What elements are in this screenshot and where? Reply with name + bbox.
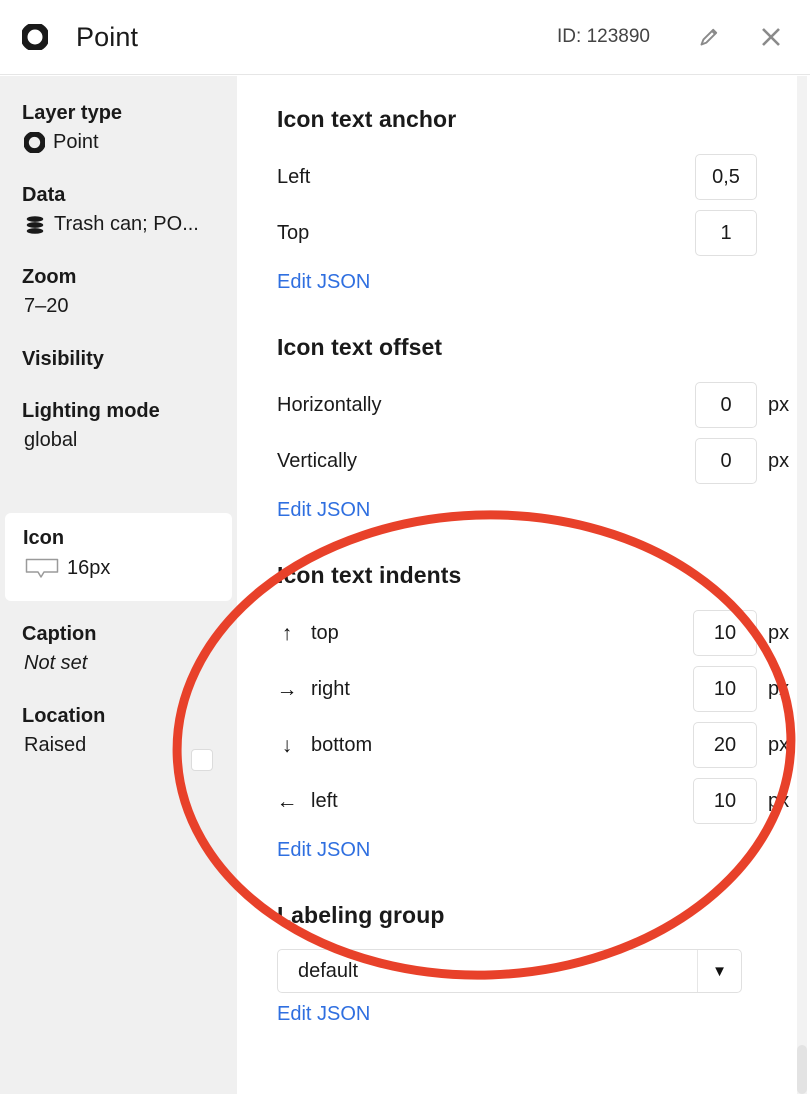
sidebar-value-row: global	[22, 427, 221, 454]
callout-bubble-icon	[25, 558, 59, 580]
sidebar-item-data[interactable]: Data Trash can; PO...	[0, 182, 237, 238]
indent-right-input[interactable]	[693, 666, 757, 712]
sidebar-value: Not set	[24, 652, 88, 674]
arrow-down-icon: ↓	[281, 733, 293, 757]
sidebar-value-row: Point	[22, 129, 221, 156]
scrollbar-track[interactable]	[797, 76, 807, 1094]
field-row-vertically: Vertically px	[277, 437, 794, 485]
scrollbar-thumb[interactable]	[797, 1045, 807, 1094]
indent-bottom-input[interactable]	[693, 722, 757, 768]
field-label-wrap: → right	[277, 678, 350, 701]
field-row-indent-right: → right px	[277, 665, 794, 713]
unit-label: px	[768, 733, 790, 756]
sidebar: Layer type Point Data Trash can; PO... Z…	[0, 76, 237, 1094]
sidebar-value: 16px	[67, 557, 111, 579]
unit-label: px	[768, 677, 790, 700]
sidebar-item-caption[interactable]: Caption Not set	[0, 621, 237, 677]
section-icon-text-anchor: Icon text anchor Left Top Edit JSON	[277, 106, 794, 334]
sidebar-item-lighting-mode[interactable]: Lighting mode global	[0, 398, 237, 454]
field-label: Left	[277, 165, 311, 188]
edit-json-link-anchor[interactable]: Edit JSON	[277, 271, 370, 294]
object-id-label: ID: 123890	[557, 26, 650, 47]
sidebar-value-row: 7–20	[22, 293, 221, 320]
sidebar-value-row: 16px	[23, 555, 216, 582]
edit-json-link-indents[interactable]: Edit JSON	[277, 839, 370, 862]
offset-horizontal-input[interactable]	[695, 382, 757, 428]
section-labeling-group: Labeling group default ▼ Edit JSON	[277, 902, 794, 1066]
sidebar-value: global	[24, 429, 78, 451]
section-icon-text-offset: Icon text offset Horizontally px Vertica…	[277, 334, 794, 562]
edit-json-link-labeling[interactable]: Edit JSON	[277, 1003, 370, 1026]
sidebar-item-visibility[interactable]: Visibility	[0, 346, 237, 372]
sidebar-item-zoom[interactable]: Zoom 7–20	[0, 264, 237, 320]
sidebar-label: Visibility	[22, 348, 104, 370]
section-title: Icon text offset	[277, 334, 443, 360]
sidebar-label: Location	[22, 705, 106, 727]
field-label-wrap: ↑ top	[277, 622, 339, 645]
sidebar-item-layer-type[interactable]: Layer type Point	[0, 100, 237, 156]
sidebar-value: 7–20	[24, 295, 69, 317]
properties-content: Icon text anchor Left Top Edit JSON Icon…	[238, 76, 794, 1094]
field-row-indent-left: ← left px	[277, 777, 794, 825]
sidebar-label: Icon	[23, 527, 65, 549]
point-donut-icon	[24, 132, 45, 153]
arrow-left-icon: ←	[276, 789, 298, 813]
unit-label: px	[768, 621, 790, 644]
raised-checkbox[interactable]	[191, 749, 213, 771]
field-label: Horizontally	[277, 393, 382, 416]
sidebar-label: Caption	[22, 623, 97, 645]
sidebar-value-row: Trash can; PO...	[22, 211, 221, 238]
arrow-right-icon: →	[276, 677, 298, 701]
chevron-down-icon[interactable]: ▼	[697, 950, 741, 992]
layer-properties-panel: Point ID: 123890 Layer type Point Data T…	[0, 0, 810, 1094]
sidebar-label: Zoom	[22, 266, 77, 288]
field-label: Top	[277, 221, 310, 244]
unit-label: px	[768, 789, 790, 812]
indent-left-input[interactable]	[693, 778, 757, 824]
unit-label: px	[768, 449, 790, 472]
indent-top-input[interactable]	[693, 610, 757, 656]
field-row-top: Top	[277, 209, 794, 257]
field-row-left: Left	[277, 153, 794, 201]
field-label-wrap: ↓ bottom	[277, 734, 372, 757]
section-title: Icon text indents	[277, 562, 462, 588]
panel-header: Point ID: 123890	[0, 0, 810, 75]
sidebar-value: Trash can; PO...	[54, 213, 199, 235]
field-row-horizontally: Horizontally px	[277, 381, 794, 429]
section-title: Labeling group	[277, 902, 445, 928]
arrow-up-icon: ↑	[281, 621, 293, 645]
sidebar-label: Lighting mode	[22, 400, 160, 422]
sidebar-label: Layer type	[22, 102, 123, 124]
labeling-group-select[interactable]: default ▼	[277, 949, 742, 993]
field-label: Vertically	[277, 449, 358, 472]
sidebar-value: Point	[53, 131, 99, 153]
unit-label: px	[768, 393, 790, 416]
field-row-indent-top: ↑ top px	[277, 609, 794, 657]
close-icon[interactable]	[756, 22, 786, 52]
offset-vertical-input[interactable]	[695, 438, 757, 484]
field-label: bottom	[311, 733, 373, 756]
field-label: top	[311, 621, 339, 644]
anchor-top-input[interactable]	[695, 210, 757, 256]
labeling-group-selected-value: default	[298, 959, 359, 982]
sidebar-value-row: Not set	[22, 650, 221, 677]
field-label: left	[311, 789, 338, 812]
database-icon	[24, 214, 46, 236]
section-icon-text-indents: Icon text indents ↑ top px → right px	[277, 562, 794, 902]
anchor-left-input[interactable]	[695, 154, 757, 200]
page-title: Point	[76, 21, 139, 52]
field-row-indent-bottom: ↓ bottom px	[277, 721, 794, 769]
sidebar-label: Data	[22, 184, 66, 206]
edit-json-link-offset[interactable]: Edit JSON	[277, 499, 370, 522]
field-label-wrap: ← left	[277, 790, 338, 813]
pencil-icon[interactable]	[694, 22, 724, 52]
sidebar-item-icon[interactable]: Icon 16px	[5, 513, 232, 601]
section-title: Icon text anchor	[277, 106, 457, 132]
point-donut-icon	[22, 24, 48, 50]
sidebar-value: Raised	[24, 734, 87, 756]
field-label: right	[311, 677, 350, 700]
